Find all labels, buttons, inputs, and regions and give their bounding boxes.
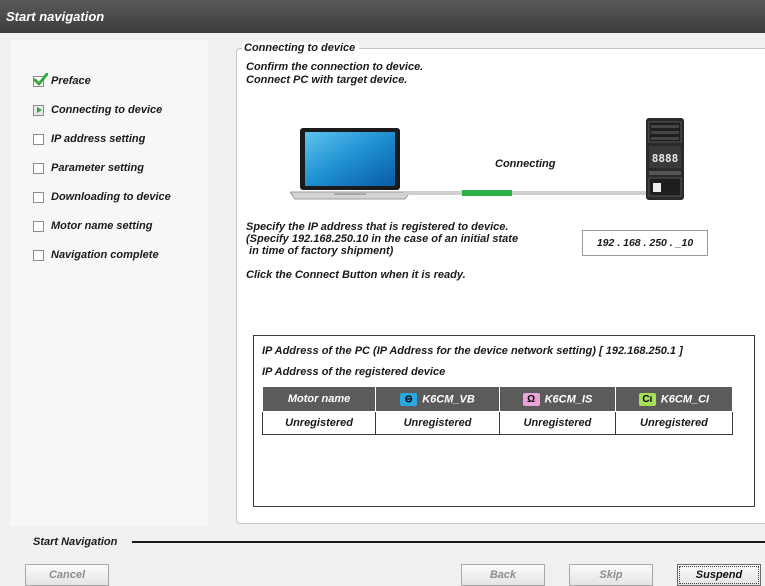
- device-display: 8888: [652, 152, 679, 165]
- ip-instruction-2: (Specify 192.168.250.10 in the case of a…: [246, 233, 519, 245]
- skip-button[interactable]: Skip: [569, 564, 653, 586]
- step-parameter-setting: Parameter setting: [33, 160, 144, 176]
- table-cell: Unregistered: [261, 411, 377, 435]
- step-preface: Preface: [33, 72, 91, 89]
- section-title: Connecting to device: [242, 42, 360, 54]
- pc-ip-address: IP Address of the PC (IP Address for the…: [262, 345, 683, 357]
- connecting-status: Connecting: [495, 158, 556, 170]
- step-label: Connecting to device: [51, 104, 163, 116]
- ip-address-input[interactable]: 192 . 168 . 250 . _10: [582, 230, 708, 256]
- motor-name-header: Motor name: [261, 386, 377, 412]
- step-label: IP address setting: [51, 133, 146, 145]
- window-title: Start navigation: [0, 0, 765, 33]
- device-icon: 8888: [646, 118, 684, 200]
- table-cell: Unregistered: [498, 411, 616, 435]
- step-label: Preface: [51, 75, 91, 87]
- motor-table: Motor name ⊖ K6CM_VB Ω K6CM_IS Cı K6CM_CI U…: [261, 386, 734, 435]
- unchecked-box-icon: [33, 220, 44, 232]
- intro-text-1: Confirm the connection to device.: [246, 61, 424, 73]
- back-button[interactable]: Back: [461, 564, 545, 586]
- current-step-arrow-icon: [33, 104, 44, 116]
- table-row: Unregistered Unregistered Unregistered U…: [261, 411, 734, 435]
- k6cm-vb-header: ⊖ K6CM_VB: [375, 386, 500, 412]
- intro-text-2: Connect PC with target device.: [246, 74, 408, 86]
- table-cell: Unregistered: [375, 411, 500, 435]
- laptop-icon: [290, 128, 410, 200]
- navigation-steps-sidebar: Preface Connecting to device IP address …: [10, 40, 208, 526]
- cancel-button[interactable]: Cancel: [25, 564, 109, 586]
- footer-divider: [132, 541, 765, 543]
- connect-hint: Click the Connect Button when it is read…: [246, 269, 466, 281]
- step-label: Parameter setting: [51, 162, 144, 174]
- suspend-button[interactable]: Suspend: [677, 564, 761, 586]
- step-ip-address-setting: IP address setting: [33, 131, 145, 147]
- unchecked-box-icon: [33, 191, 44, 203]
- ip-instruction-1: Specify the IP address that is registere…: [246, 221, 509, 233]
- k6cm-is-header: Ω K6CM_IS: [498, 386, 616, 412]
- step-connecting-to-device: Connecting to device: [33, 102, 162, 118]
- main-panel: Connecting to device Confirm the connect…: [208, 40, 765, 526]
- step-downloading-to-device: Downloading to device: [33, 189, 171, 205]
- unchecked-box-icon: [33, 133, 44, 145]
- step-navigation-complete: Navigation complete: [33, 247, 159, 263]
- vibration-icon: ⊖: [400, 392, 418, 406]
- footer-step-label: Start Navigation: [33, 536, 118, 548]
- k6cm-ci-header: Cı K6CM_CI: [614, 386, 734, 412]
- step-label: Motor name setting: [51, 220, 153, 232]
- ip-info-panel: IP Address of the PC (IP Address for the…: [253, 335, 755, 507]
- insulation-icon: Ω: [522, 392, 540, 406]
- table-cell: Unregistered: [614, 411, 734, 435]
- connection-progress: [462, 190, 512, 196]
- step-label: Downloading to device: [51, 191, 171, 203]
- step-label: Navigation complete: [51, 249, 159, 261]
- step-motor-name-setting: Motor name setting: [33, 218, 152, 234]
- connection-line: [404, 191, 646, 195]
- unchecked-box-icon: [33, 249, 44, 261]
- current-icon: Cı: [638, 392, 656, 406]
- ip-instruction-3: in time of factory shipment): [246, 245, 394, 257]
- registered-device-label: IP Address of the registered device: [262, 366, 446, 378]
- unchecked-box-icon: [33, 162, 44, 174]
- checked-icon: [33, 72, 48, 87]
